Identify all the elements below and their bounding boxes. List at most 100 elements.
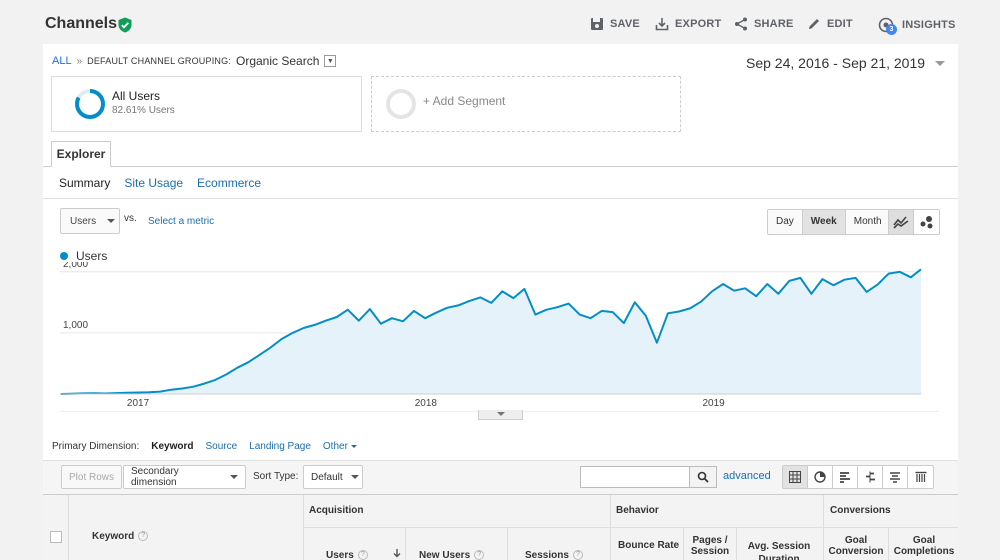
vs-label: vs. [124, 213, 137, 224]
pencil-icon [809, 19, 819, 29]
column-divider [888, 528, 889, 560]
line-chart-button[interactable] [889, 210, 914, 234]
breadcrumb: ALL » DEFAULT CHANNEL GROUPING: Organic … [52, 54, 337, 68]
y-tick-label: 2,000 [63, 262, 88, 270]
users-area-chart: 1,000 2,000 2017 2018 2019 [60, 262, 939, 412]
pivot-icon [915, 471, 926, 482]
chevron-down-icon [350, 445, 357, 448]
view-data-table-button[interactable] [783, 466, 808, 488]
dimension-source[interactable]: Source [205, 441, 237, 452]
column-header-keyword[interactable]: Keyword? [92, 531, 149, 542]
period-month-button[interactable]: Month [846, 210, 890, 234]
select-metric-link[interactable]: Select a metric [148, 216, 214, 227]
view-performance-button[interactable] [833, 466, 858, 488]
plot-rows-label: Plot Rows [69, 471, 115, 483]
sort-type-label: Sort Type: [253, 471, 299, 482]
subtab-site-usage[interactable]: Site Usage [124, 176, 183, 190]
export-label: EXPORT [675, 18, 722, 30]
column-header-goal-conversion[interactable]: Goal Conversion [826, 535, 886, 557]
dimension-keyword[interactable]: Keyword [151, 441, 193, 452]
share-button[interactable]: SHARE [734, 17, 794, 31]
insights-badge: 3 [886, 24, 897, 35]
segment-all-users[interactable]: All Users 82.61% Users [51, 76, 362, 132]
x-tick-label: 2017 [127, 398, 150, 409]
date-range-text: Sep 24, 2016 - Sep 21, 2019 [746, 55, 926, 71]
column-group-conversions: Conversions [830, 505, 891, 516]
view-pivot-button[interactable] [908, 466, 933, 488]
edit-button[interactable]: EDIT [807, 17, 853, 31]
column-divider [68, 495, 69, 560]
column-divider [736, 528, 737, 560]
y-tick-label: 1,000 [63, 320, 88, 331]
column-header-avg-session-duration[interactable]: Avg. Session Duration [740, 540, 818, 560]
tab-explorer[interactable]: Explorer [51, 141, 111, 167]
chart-resize-handle[interactable] [478, 410, 523, 420]
tab-divider [43, 166, 958, 167]
sort-type-value: Default [311, 471, 343, 483]
sort-type-dropdown[interactable]: Default [303, 465, 363, 489]
table-search-input[interactable] [580, 466, 690, 488]
view-term-cloud-button[interactable] [883, 466, 908, 488]
line-chart-icon [893, 216, 909, 229]
chevron-down-icon [350, 475, 359, 479]
search-icon [697, 471, 709, 483]
bubble-chart-icon [920, 216, 932, 229]
dimension-other-dropdown[interactable]: Other [323, 441, 357, 452]
explorer-subtabs: Summary Site Usage Ecommerce [59, 176, 261, 190]
period-week-button[interactable]: Week [802, 210, 846, 234]
legend-users-swatch [60, 252, 68, 260]
table-view-toggle [782, 465, 934, 489]
share-icon [735, 17, 747, 31]
column-divider [507, 528, 508, 560]
share-label: SHARE [754, 18, 794, 30]
bar-chart-icon [840, 472, 850, 483]
chevron-down-icon [230, 475, 238, 479]
sort-descending-icon[interactable] [392, 548, 402, 558]
breadcrumb-all-link[interactable]: ALL [52, 55, 72, 67]
column-header-pages-per-session[interactable]: Pages / Session [686, 535, 734, 557]
help-icon[interactable]: ? [572, 550, 583, 560]
right-gutter [958, 44, 1000, 560]
legend-users-label: Users [76, 249, 108, 263]
x-tick-label: 2018 [415, 398, 438, 409]
users-area-fill [60, 269, 922, 394]
plot-rows-button[interactable]: Plot Rows [61, 465, 123, 489]
secondary-dimension-label: Secondary dimension [131, 466, 179, 488]
chart-type-toggle [888, 209, 940, 235]
column-header-bounce-rate[interactable]: Bounce Rate [618, 540, 679, 551]
help-icon[interactable]: ? [138, 531, 149, 542]
metric-dropdown-value: Users [70, 215, 97, 227]
insights-button[interactable]: 3 INSIGHTS [878, 17, 956, 35]
dimension-landing-page[interactable]: Landing Page [249, 441, 311, 452]
column-sessions-label: Sessions [525, 550, 569, 560]
subtab-ecommerce[interactable]: Ecommerce [197, 176, 261, 190]
column-header-users[interactable]: Users? [326, 550, 368, 560]
column-header-new-users[interactable]: New Users? [419, 550, 485, 560]
view-comparison-button[interactable] [858, 466, 883, 488]
view-pie-button[interactable] [808, 466, 833, 488]
period-day-button[interactable]: Day [768, 210, 803, 234]
help-icon[interactable]: ? [474, 550, 485, 560]
column-header-sessions[interactable]: Sessions? [525, 550, 583, 560]
save-button[interactable]: SAVE [590, 17, 640, 31]
metric-dropdown[interactable]: Users [60, 208, 120, 234]
pie-chart-icon [814, 471, 826, 483]
edit-label: EDIT [827, 18, 853, 30]
breadcrumb-dropdown-icon[interactable]: ▼ [324, 55, 337, 67]
date-range-picker[interactable]: Sep 24, 2016 - Sep 21, 2019 [746, 55, 946, 71]
subtab-divider [43, 198, 958, 199]
motion-chart-button[interactable] [914, 210, 939, 234]
add-segment-button[interactable]: + Add Segment [371, 76, 681, 132]
x-tick-label: 2019 [703, 398, 726, 409]
secondary-dimension-dropdown[interactable]: Secondary dimension [123, 465, 246, 489]
page-title: Channels [45, 15, 118, 32]
advanced-filter-link[interactable]: advanced [723, 470, 771, 482]
help-icon[interactable]: ? [357, 550, 368, 560]
select-all-checkbox[interactable] [50, 531, 62, 543]
export-button[interactable]: EXPORT [655, 17, 721, 31]
column-header-goal-completions[interactable]: Goal Completions [890, 535, 958, 557]
export-icon [655, 18, 669, 31]
subtab-summary[interactable]: Summary [59, 176, 110, 190]
table-search-button[interactable] [689, 466, 717, 488]
insights-label: INSIGHTS [902, 19, 956, 31]
